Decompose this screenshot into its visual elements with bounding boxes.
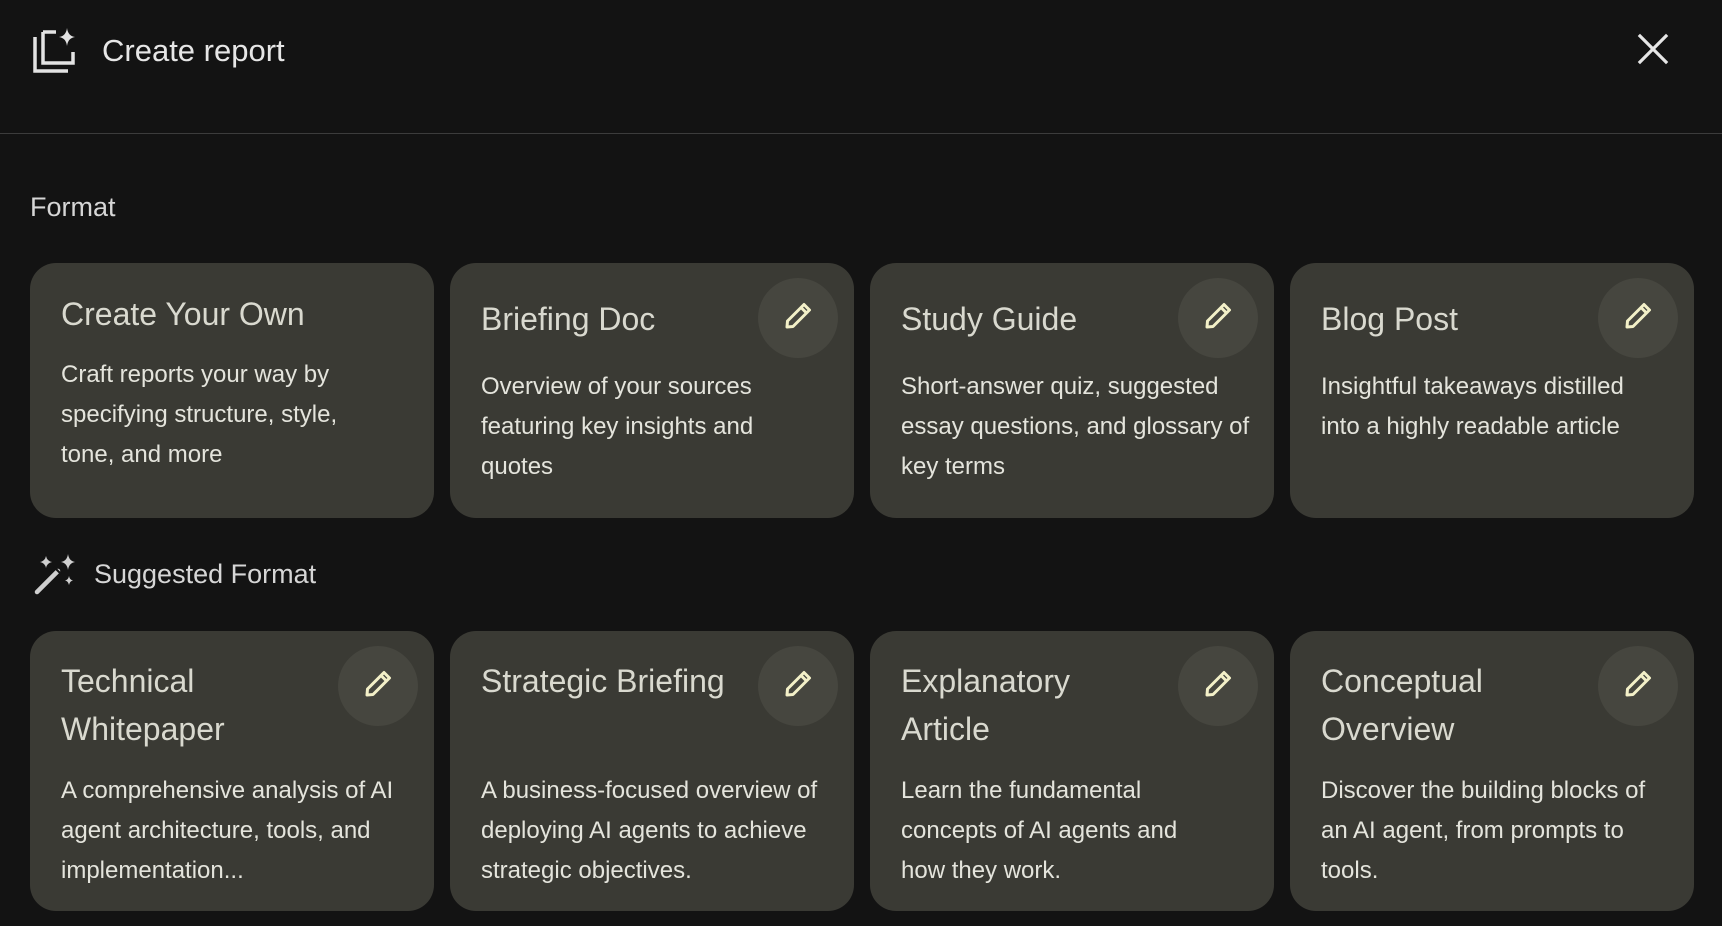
suggested-card-technical-whitepaper[interactable]: Technical Whitepaper A comprehensive ana… xyxy=(30,631,434,911)
format-card-blog-post[interactable]: Blog Post Insightful takeaways distilled… xyxy=(1290,263,1694,518)
card-title: Conceptual Overview xyxy=(1321,663,1483,747)
suggested-format-label: Suggested Format xyxy=(94,559,317,589)
dialog-title: Create report xyxy=(102,33,285,68)
card-description: Insightful takeaways distilled into a hi… xyxy=(1321,373,1624,440)
card-description: A comprehensive analysis of AI agent arc… xyxy=(61,777,394,884)
suggested-card-explanatory-article[interactable]: Explanatory Article Learn the fundamenta… xyxy=(870,631,1274,911)
card-description: Overview of your sources featuring key i… xyxy=(481,373,754,480)
card-title: Technical Whitepaper xyxy=(61,663,225,747)
dialog-header: Create report xyxy=(0,0,1722,134)
format-section-label: Format xyxy=(30,192,116,222)
edit-button[interactable] xyxy=(1178,646,1258,726)
pencil-icon xyxy=(1621,299,1655,338)
edit-button[interactable] xyxy=(1178,278,1258,358)
format-card-create-your-own[interactable]: Create Your Own Craft reports your way b… xyxy=(30,263,434,518)
format-card-briefing-doc[interactable]: Briefing Doc Overview of your sources fe… xyxy=(450,263,854,518)
card-title: Blog Post xyxy=(1321,301,1458,337)
pencil-icon xyxy=(781,299,815,338)
pencil-icon xyxy=(1201,299,1235,338)
card-title: Briefing Doc xyxy=(481,301,656,337)
card-title: Explanatory Article xyxy=(901,663,1070,747)
card-title: Study Guide xyxy=(901,301,1078,337)
pencil-icon xyxy=(361,667,395,706)
edit-button[interactable] xyxy=(758,278,838,358)
edit-button[interactable] xyxy=(338,646,418,726)
card-description: Craft reports your way by specifying str… xyxy=(61,361,338,468)
pencil-icon xyxy=(1201,667,1235,706)
card-description: A business-focused overview of deploying… xyxy=(481,777,818,884)
create-report-icon xyxy=(32,28,78,74)
pencil-icon xyxy=(1621,667,1655,706)
card-title: Create Your Own xyxy=(61,296,305,332)
edit-button[interactable] xyxy=(1598,278,1678,358)
card-title: Strategic Briefing xyxy=(481,663,725,699)
edit-button[interactable] xyxy=(758,646,838,726)
magic-wand-icon xyxy=(32,552,76,596)
close-icon[interactable] xyxy=(1636,32,1670,71)
pencil-icon xyxy=(781,667,815,706)
card-description: Learn the fundamental concepts of AI age… xyxy=(901,777,1178,884)
card-description: Short-answer quiz, suggested essay quest… xyxy=(901,373,1250,480)
format-card-study-guide[interactable]: Study Guide Short-answer quiz, suggested… xyxy=(870,263,1274,518)
edit-button[interactable] xyxy=(1598,646,1678,726)
card-description: Discover the building blocks of an AI ag… xyxy=(1321,777,1646,884)
suggested-card-conceptual-overview[interactable]: Conceptual Overview Discover the buildin… xyxy=(1290,631,1694,911)
close-button[interactable] xyxy=(1630,28,1676,74)
suggested-card-strategic-briefing[interactable]: Strategic Briefing A business-focused ov… xyxy=(450,631,854,911)
